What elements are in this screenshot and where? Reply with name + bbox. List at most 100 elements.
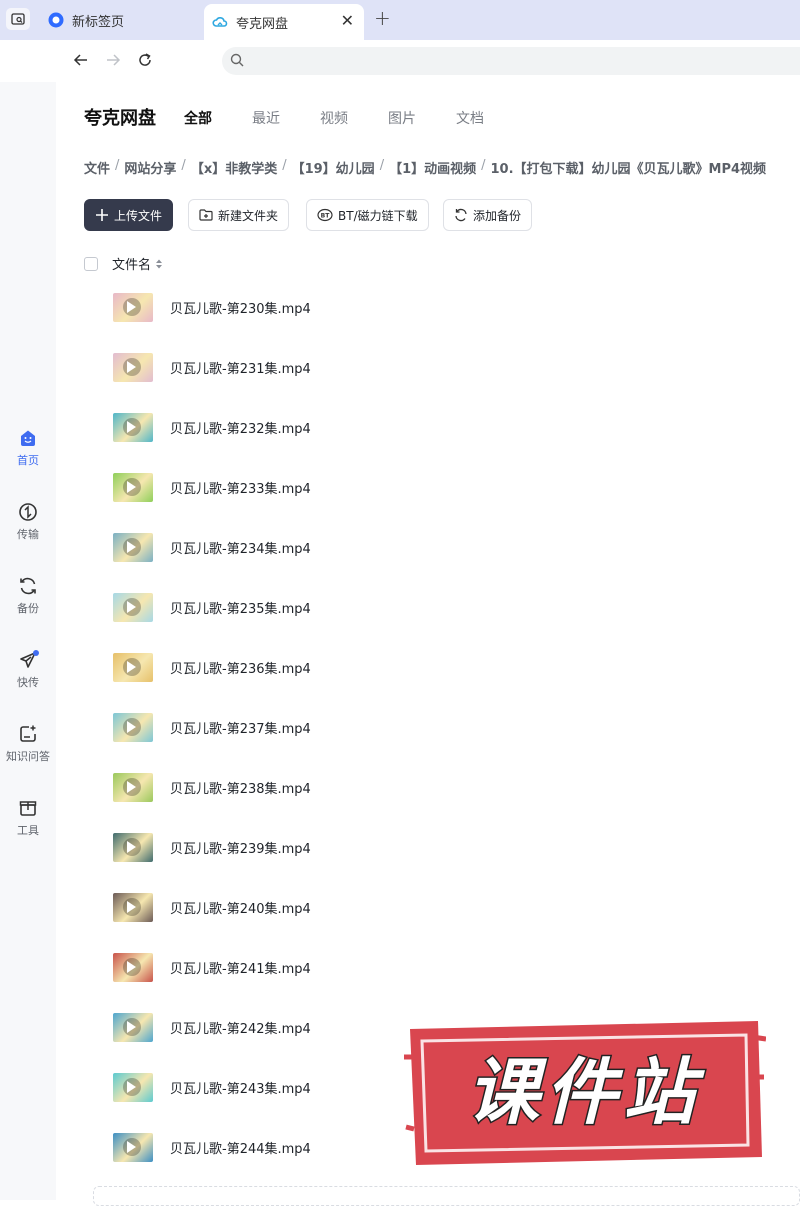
navigation-bar <box>0 40 800 82</box>
file-row[interactable]: 贝瓦儿歌-第238集.mp4 <box>84 757 800 817</box>
sidebar-item-backup[interactable]: 备份 <box>0 576 56 616</box>
breadcrumb-item[interactable]: 网站分享 <box>124 158 176 177</box>
sidebar-item-label: 备份 <box>17 602 39 615</box>
notification-dot <box>33 650 39 656</box>
file-name[interactable]: 贝瓦儿歌-第238集.mp4 <box>170 778 311 797</box>
breadcrumb-item[interactable]: 【1】动画视频 <box>389 158 476 177</box>
file-name[interactable]: 贝瓦儿歌-第235集.mp4 <box>170 598 311 617</box>
file-row[interactable]: 贝瓦儿歌-第232集.mp4 <box>84 397 800 457</box>
add-backup-button[interactable]: 添加备份 <box>443 199 533 231</box>
play-icon <box>127 420 136 433</box>
back-button[interactable] <box>70 49 92 71</box>
svg-text:BT: BT <box>321 213 331 220</box>
select-all-checkbox[interactable] <box>84 256 98 271</box>
tab-label: 夸克网盘 <box>236 16 289 32</box>
breadcrumb-separator: / <box>379 158 385 173</box>
file-row[interactable]: 贝瓦儿歌-第234集.mp4 <box>84 517 800 577</box>
video-thumbnail <box>113 1072 153 1102</box>
sidebar-item-home[interactable]: 首页 <box>0 428 56 468</box>
reload-button[interactable] <box>134 49 156 71</box>
file-name[interactable]: 贝瓦儿歌-第234集.mp4 <box>170 538 311 557</box>
home-icon <box>21 430 35 446</box>
file-row[interactable]: 贝瓦儿歌-第237集.mp4 <box>84 697 800 757</box>
file-name[interactable]: 贝瓦儿歌-第243集.mp4 <box>170 1078 311 1097</box>
file-name[interactable]: 贝瓦儿歌-第232集.mp4 <box>170 418 311 437</box>
file-name[interactable]: 贝瓦儿歌-第230集.mp4 <box>170 298 311 317</box>
file-name[interactable]: 贝瓦儿歌-第242集.mp4 <box>170 1018 311 1037</box>
backup-icon <box>455 208 467 222</box>
file-row[interactable]: 贝瓦儿歌-第241集.mp4 <box>84 937 800 997</box>
video-thumbnail <box>113 352 153 382</box>
play-icon <box>127 900 136 913</box>
search-icon <box>230 53 244 67</box>
address-bar[interactable] <box>222 47 800 75</box>
sidebar-item-quick-send[interactable]: 快传 <box>0 650 56 690</box>
file-row[interactable]: 贝瓦儿歌-第230集.mp4 <box>84 277 800 337</box>
play-icon <box>127 1020 136 1033</box>
play-icon <box>127 300 136 313</box>
breadcrumb-separator: / <box>115 158 120 173</box>
watermark-stamp: 课件站 <box>404 1021 766 1165</box>
backup-icon <box>20 577 36 595</box>
sidebar: 首页 传输 备份 快传 知识问答 工具 <box>0 82 56 1200</box>
tab-images[interactable]: 图片 <box>388 108 416 128</box>
sidebar-item-tools[interactable]: 工具 <box>0 798 56 838</box>
file-name[interactable]: 贝瓦儿歌-第233集.mp4 <box>170 478 311 497</box>
play-icon <box>127 360 136 373</box>
file-name[interactable]: 贝瓦儿歌-第241集.mp4 <box>170 958 311 977</box>
breadcrumb-item[interactable]: 【19】幼儿园 <box>292 158 375 177</box>
file-row[interactable]: 贝瓦儿歌-第236集.mp4 <box>84 637 800 697</box>
browser-favicon-icon <box>48 12 64 28</box>
video-thumbnail <box>113 292 153 322</box>
tab-search-button[interactable] <box>6 8 30 30</box>
file-name[interactable]: 贝瓦儿歌-第240集.mp4 <box>170 898 311 917</box>
video-thumbnail <box>113 532 153 562</box>
sidebar-item-label: 首页 <box>17 454 39 467</box>
sort-icon[interactable] <box>155 258 163 270</box>
play-icon <box>127 840 136 853</box>
play-icon <box>127 1080 136 1093</box>
breadcrumb-item[interactable]: 文件 <box>84 158 110 177</box>
file-name[interactable]: 贝瓦儿歌-第231集.mp4 <box>170 358 311 377</box>
upload-drop-zone[interactable] <box>93 1186 800 1206</box>
file-name[interactable]: 贝瓦儿歌-第236集.mp4 <box>170 658 311 677</box>
play-icon <box>127 960 136 973</box>
close-tab-icon[interactable]: ✕ <box>341 11 354 30</box>
play-icon <box>127 600 136 613</box>
tab-recent[interactable]: 最近 <box>252 108 280 128</box>
file-row[interactable]: 贝瓦儿歌-第240集.mp4 <box>84 877 800 937</box>
breadcrumb-current: 10.【打包下载】幼儿园《贝瓦儿歌》MP4视频 <box>490 162 767 177</box>
file-name[interactable]: 贝瓦儿歌-第244集.mp4 <box>170 1138 311 1157</box>
transfer-icon <box>19 503 37 521</box>
play-icon <box>127 660 136 673</box>
sidebar-item-label: 知识问答 <box>6 750 50 763</box>
upload-file-button[interactable]: 上传文件 <box>84 199 174 231</box>
file-row[interactable]: 贝瓦儿歌-第231集.mp4 <box>84 337 800 397</box>
sidebar-item-transfer[interactable]: 传输 <box>0 502 56 542</box>
breadcrumb-item[interactable]: 【x】非教学类 <box>191 158 277 177</box>
file-row[interactable]: 贝瓦儿歌-第233集.mp4 <box>84 457 800 517</box>
bt-magnet-download-button[interactable]: BT BT/磁力链下载 <box>306 199 429 231</box>
new-folder-button[interactable]: 新建文件夹 <box>188 199 290 231</box>
forward-button[interactable] <box>102 49 124 71</box>
file-list-header: 文件名 <box>84 254 163 273</box>
file-row[interactable]: 贝瓦儿歌-第239集.mp4 <box>84 817 800 877</box>
tab-documents[interactable]: 文档 <box>456 108 484 128</box>
tab-videos[interactable]: 视频 <box>320 108 348 128</box>
tab-new-tab-page[interactable]: 新标签页 <box>40 4 200 36</box>
page-title: 夸克网盘 <box>84 108 156 129</box>
tab-quark-drive[interactable]: 夸克网盘 ✕ <box>204 4 364 40</box>
play-icon <box>127 480 136 493</box>
new-tab-button[interactable]: + <box>374 6 391 30</box>
video-thumbnail <box>113 832 153 862</box>
sidebar-item-knowledge-qa[interactable]: 知识问答 <box>0 724 56 764</box>
column-header-filename[interactable]: 文件名 <box>112 254 151 273</box>
new-folder-label: 新建文件夹 <box>218 208 279 223</box>
file-name[interactable]: 贝瓦儿歌-第239集.mp4 <box>170 838 311 857</box>
file-name[interactable]: 贝瓦儿歌-第237集.mp4 <box>170 718 311 737</box>
file-row[interactable]: 贝瓦儿歌-第235集.mp4 <box>84 577 800 637</box>
breadcrumb-separator: / <box>481 158 486 173</box>
tab-all[interactable]: 全部 <box>184 108 212 128</box>
arrow-left-icon <box>73 54 87 66</box>
video-thumbnail <box>113 712 153 742</box>
